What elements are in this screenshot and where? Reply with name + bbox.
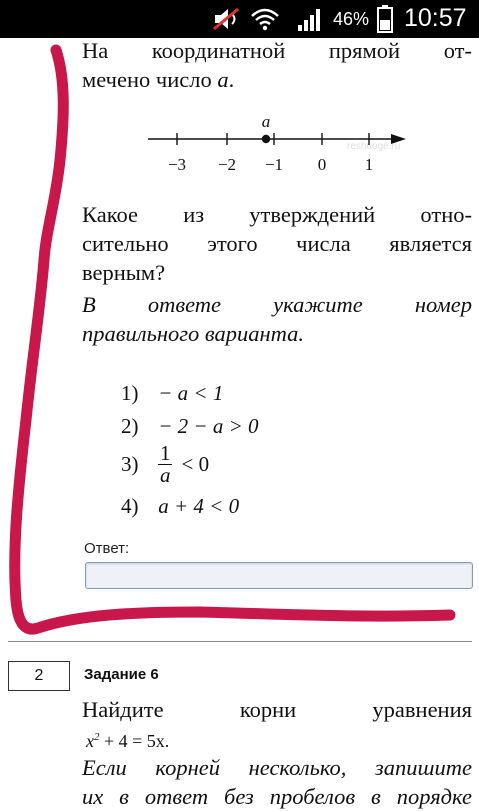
- point-a-label: a: [262, 112, 271, 131]
- option-fraction: 1 a: [158, 441, 173, 487]
- fraction-denominator: a: [160, 463, 171, 487]
- point-a-marker: [261, 134, 271, 144]
- status-bar: 46% 10:57: [0, 0, 479, 38]
- option-1: 1) − a < 1: [121, 381, 223, 406]
- task-title: Задание 6: [84, 666, 159, 683]
- option-2: 2) − 2 − a > 0: [121, 414, 259, 439]
- battery-icon: [377, 5, 393, 33]
- task-intro-line-1: На координатной прямой от-: [82, 38, 472, 63]
- option-4: 4) a + 4 < 0: [121, 494, 239, 519]
- equation: x2 + 4 = 5x.: [86, 731, 170, 751]
- option-3: 3) 1 a < 0: [121, 443, 209, 486]
- task-divider: [8, 641, 472, 642]
- option-number: 4): [121, 494, 139, 518]
- signal-icon: [298, 9, 320, 31]
- option-expression: − 2 − a > 0: [158, 414, 259, 438]
- tick-label: −3: [168, 155, 186, 174]
- tick-label: −1: [265, 155, 283, 174]
- answer-input[interactable]: [85, 562, 473, 589]
- clock: 10:57: [404, 4, 467, 32]
- tick-label: 1: [365, 155, 374, 174]
- instruction-line-1: В ответе укажите номер: [82, 292, 472, 317]
- question-line-1: Какое из утверждений отно-: [82, 202, 472, 227]
- task-number-box: 2: [8, 661, 70, 691]
- option-expression: − a < 1: [158, 381, 224, 405]
- instruction-line-2: правильного варианта.: [82, 321, 305, 346]
- wifi-icon: [251, 8, 279, 31]
- answer-label: Ответ:: [84, 540, 130, 557]
- question-line-2: сительно этого числа является: [82, 231, 472, 256]
- mute-icon: [213, 7, 239, 31]
- option-number: 1): [121, 381, 139, 405]
- tick-label: 0: [318, 155, 327, 174]
- tick-label: −2: [218, 155, 236, 174]
- option-number: 2): [121, 414, 139, 438]
- option-number: 3): [121, 452, 139, 476]
- battery-percent: 46%: [333, 9, 370, 29]
- question-line-3: верным?: [82, 260, 166, 285]
- number-line: reshuoge.ru a −3 −2 −1 0 1: [148, 112, 406, 174]
- fraction-numerator: 1: [158, 441, 173, 465]
- task-intro-line-2: мечено число a.: [82, 67, 235, 92]
- task2-line-1: Найдите корни уравнения: [82, 697, 472, 722]
- task2-line-2: Если корней несколько, запишите: [82, 755, 472, 780]
- option-expression: < 0: [181, 452, 210, 476]
- option-expression: a + 4 < 0: [158, 494, 240, 518]
- task2-line-3: их в ответ без пробелов в порядке: [82, 784, 472, 809]
